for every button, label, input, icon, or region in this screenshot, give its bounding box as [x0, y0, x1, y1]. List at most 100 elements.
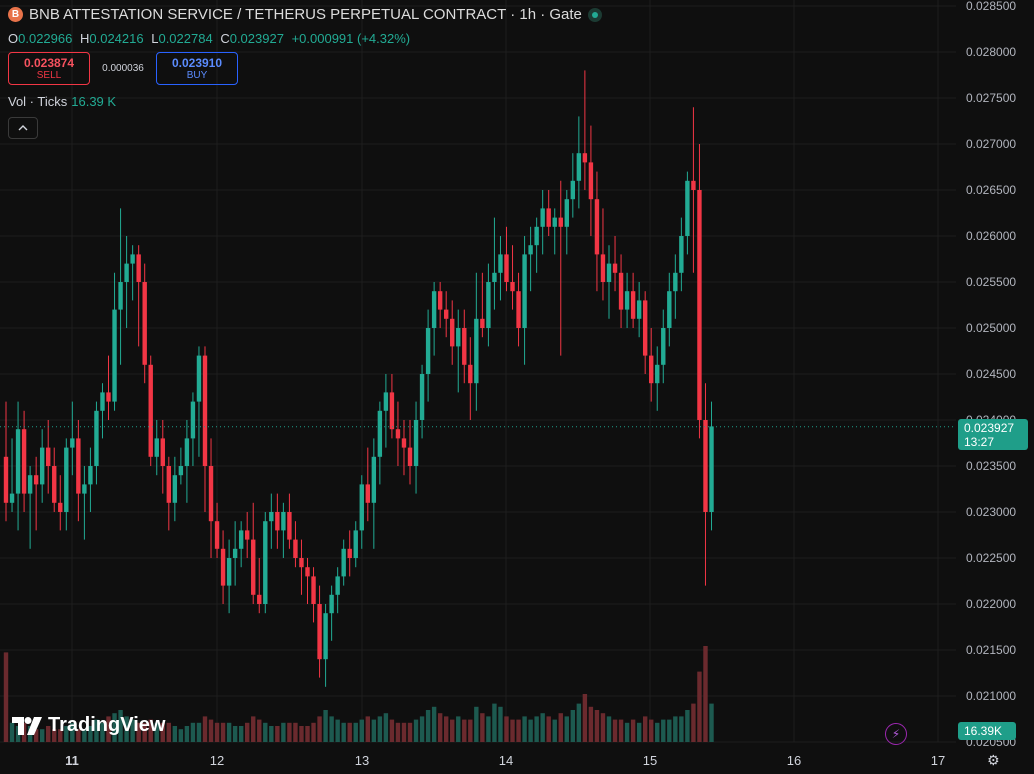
candle	[112, 272, 117, 411]
volume-bar	[311, 722, 316, 742]
volume-bar	[190, 722, 196, 742]
candle-body	[642, 300, 648, 356]
candle-body	[347, 548, 352, 558]
candle-body	[401, 438, 407, 448]
settings-gear-icon[interactable]: ⚙	[987, 752, 1000, 769]
candle	[431, 282, 437, 356]
candle-body	[196, 355, 202, 402]
candle	[178, 447, 184, 485]
candle-body	[437, 291, 443, 310]
open-label: O	[8, 31, 19, 46]
close-value: 0.023927	[229, 31, 284, 46]
candle-body	[673, 272, 678, 292]
candle-body	[148, 364, 153, 457]
candle	[238, 521, 244, 568]
candle-body	[112, 309, 117, 402]
chart-title[interactable]: BNB ATTESTATION SERVICE / TETHERUS PERPE…	[29, 6, 582, 23]
candle-body	[697, 190, 702, 420]
collapse-legend-button[interactable]	[8, 117, 38, 139]
market-status-icon	[587, 7, 602, 22]
candle	[58, 475, 63, 531]
candle	[612, 236, 618, 292]
sell-button[interactable]: 0.023874 SELL	[8, 52, 90, 85]
candle	[582, 70, 588, 190]
volume-bar	[226, 722, 232, 742]
candle-body	[178, 466, 184, 476]
candle	[317, 585, 322, 678]
candle-body	[383, 392, 389, 411]
candle-body	[39, 447, 45, 485]
candle	[160, 420, 165, 494]
volume-bar	[450, 719, 455, 742]
time-axis[interactable]: 11 12 13 14 15 16 17	[65, 753, 945, 768]
price-tick-label: 0.022000	[966, 597, 1016, 611]
candle	[154, 420, 159, 476]
ohlc-legend: O0.022966 H0.024216 L0.022784 C0.023927 …	[8, 31, 414, 46]
candle-body	[70, 438, 75, 448]
candle-body	[685, 180, 690, 236]
sell-label: SELL	[36, 70, 62, 81]
volume-bar	[576, 703, 582, 742]
chevron-up-icon	[18, 125, 28, 131]
candle	[88, 447, 93, 512]
volume-bar	[588, 706, 594, 742]
candle-body	[582, 153, 588, 163]
volume-bar	[546, 716, 551, 742]
time-tick-label: 16	[787, 753, 801, 768]
candle-body	[612, 263, 618, 273]
volume-bar	[642, 716, 648, 742]
candle	[190, 392, 196, 466]
volume-bar	[540, 713, 545, 742]
candle	[691, 107, 696, 273]
candle	[335, 567, 340, 614]
volume-bar	[522, 716, 527, 742]
volume-bar	[299, 726, 304, 742]
candle-body	[58, 502, 63, 512]
volume-bar	[552, 719, 557, 742]
candlesticks	[3, 70, 714, 687]
volume-bar	[673, 716, 678, 742]
candle-body	[220, 548, 226, 586]
candle	[679, 217, 684, 292]
tradingview-logo[interactable]: TradingView	[12, 714, 165, 737]
candle-body	[395, 429, 401, 439]
last-volume-label: 16.39K	[958, 722, 1016, 740]
candle-body	[558, 217, 563, 227]
volume-bar	[528, 719, 533, 742]
buy-button[interactable]: 0.023910 BUY	[156, 52, 238, 85]
candle	[341, 539, 346, 586]
candle	[558, 180, 563, 356]
candle-body	[9, 493, 15, 503]
candle-body	[160, 438, 165, 466]
candle	[425, 309, 431, 402]
volume-bar	[377, 716, 383, 742]
price-chart[interactable]: 0.028500 0.028000 0.027500 0.027000 0.026500…	[0, 0, 1034, 774]
volume-legend[interactable]: Vol · Ticks 16.39 K	[8, 94, 116, 109]
candle-body	[82, 484, 87, 494]
candle	[184, 420, 190, 503]
volume-bar	[443, 716, 449, 742]
lightning-icon[interactable]: ⚡	[885, 723, 907, 745]
candle	[667, 272, 672, 347]
candle-body	[492, 272, 497, 282]
candle-body	[76, 438, 81, 494]
candle	[709, 401, 714, 531]
candle	[534, 217, 539, 273]
volume-bar	[3, 652, 9, 742]
candle-body	[468, 364, 473, 384]
candle	[371, 438, 377, 549]
candle-body	[456, 328, 461, 347]
volume-bar	[383, 713, 389, 742]
candle	[70, 401, 75, 476]
volume-bar	[208, 719, 214, 742]
sell-price: 0.023874	[23, 56, 75, 70]
candle-body	[94, 410, 99, 466]
volume-bar	[353, 722, 358, 742]
candle-body	[245, 530, 250, 540]
price-axis[interactable]: 0.028500 0.028000 0.027500 0.027000 0.026500…	[966, 0, 1016, 749]
candle	[474, 272, 479, 411]
candle-body	[353, 530, 358, 558]
volume-bar	[504, 716, 509, 742]
candle	[510, 245, 515, 310]
volume-bar	[691, 703, 696, 742]
